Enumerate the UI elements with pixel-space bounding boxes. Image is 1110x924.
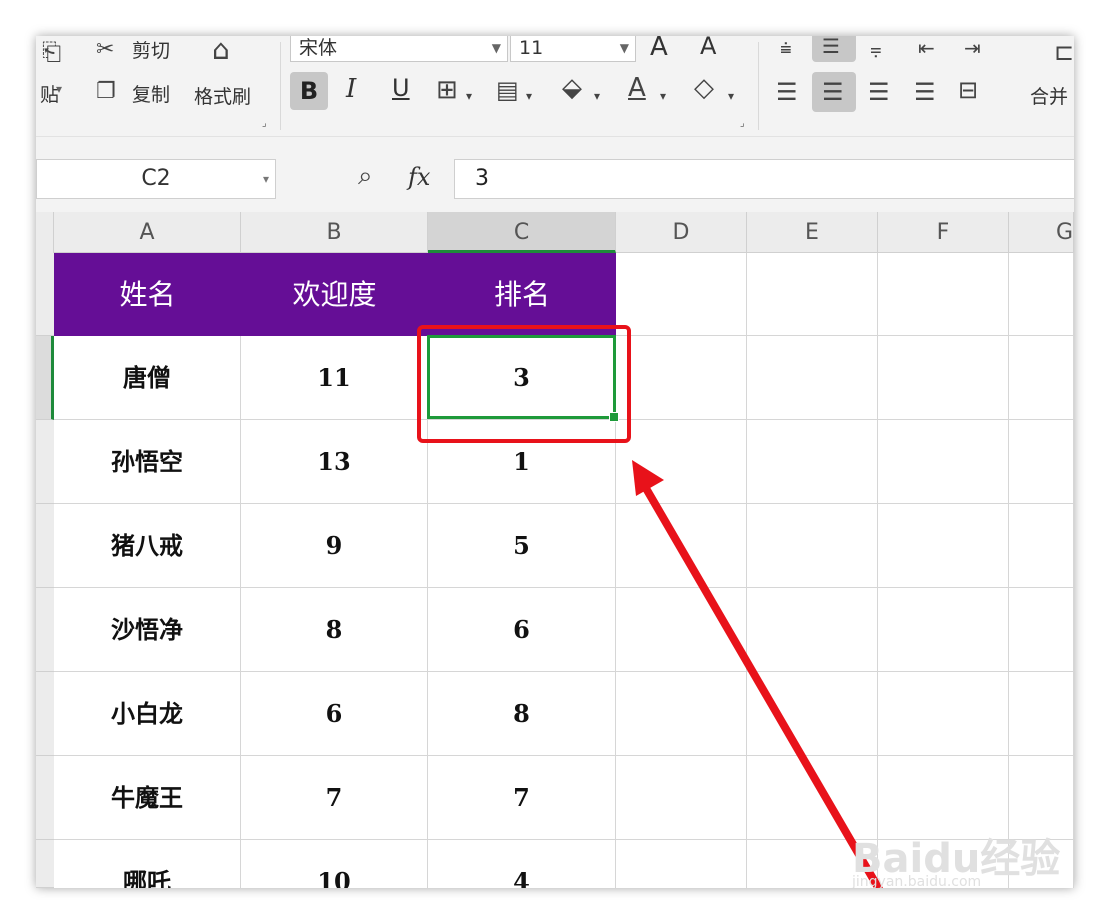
copy-icon[interactable]: ❐ (96, 80, 116, 104)
chevron-down-icon[interactable]: ▾ (660, 84, 666, 108)
formula-bar: C2 ▾ ⌕ fx 3 (36, 136, 1074, 213)
align-right-icon[interactable]: ☰ (868, 80, 890, 104)
paste-dropdown-arrow[interactable]: ▾ (56, 82, 62, 96)
merge-cells-button[interactable]: 合并 (1030, 82, 1068, 109)
ribbon-toolbar: ⎗ 贴 ▾ ✂ 剪切 ❐ 复制 ⌂ 格式刷 ⌟ 宋体 ▼ 11 ▼ A A B … (36, 36, 1074, 136)
name-box-value: C2 (141, 166, 171, 191)
borders-icon[interactable]: ⊞ (436, 77, 458, 103)
annotation-arrow (632, 460, 884, 888)
clipboard-launcher-icon[interactable]: ⌟ (262, 118, 267, 129)
chevron-down-icon[interactable]: ▾ (466, 84, 472, 108)
ribbon-separator (280, 42, 281, 130)
format-painter-icon[interactable]: ⌂ (212, 36, 230, 64)
chevron-down-icon[interactable]: ▾ (594, 84, 600, 108)
align-middle-button[interactable]: ☰ (812, 36, 856, 62)
cut-button[interactable]: 剪切 (132, 36, 170, 63)
watermark-url: jingyan.baidu.com (852, 874, 982, 888)
bold-button[interactable]: B (290, 72, 328, 110)
italic-button[interactable]: I (346, 74, 356, 104)
font-name-select[interactable]: 宋体 ▼ (290, 36, 508, 62)
chevron-down-icon[interactable]: ▾ (728, 84, 734, 108)
chevron-down-icon[interactable]: ▾ (526, 84, 532, 108)
font-size-value: 11 (519, 37, 544, 59)
align-center-button[interactable]: ☰ (812, 72, 856, 112)
ribbon-separator (758, 42, 759, 130)
zoom-search-icon[interactable]: ⌕ (358, 161, 373, 192)
font-launcher-icon[interactable]: ⌟ (740, 118, 745, 129)
fx-button[interactable]: fx (408, 163, 430, 191)
distributed-align-icon[interactable]: ⊟ (958, 78, 978, 102)
chevron-down-icon: ▾ (262, 172, 269, 186)
eraser-icon[interactable]: ◇ (694, 75, 714, 101)
align-left-icon[interactable]: ☰ (776, 80, 798, 104)
decrease-indent-icon[interactable]: ⇤ (918, 36, 935, 60)
paste-icon[interactable]: ⎗ (42, 40, 61, 64)
copy-button[interactable]: 复制 (132, 80, 170, 107)
name-box[interactable]: C2 ▾ (36, 159, 276, 199)
align-center-icon: ☰ (822, 78, 844, 106)
align-top-icon[interactable]: ⩧ (780, 36, 792, 60)
spreadsheet-window: ⎗ 贴 ▾ ✂ 剪切 ❐ 复制 ⌂ 格式刷 ⌟ 宋体 ▼ 11 ▼ A A B … (36, 36, 1074, 888)
decrease-font-button[interactable]: A (700, 36, 716, 60)
underline-button[interactable]: U (392, 74, 410, 102)
font-name-value: 宋体 (299, 37, 338, 59)
format-painter-button[interactable]: 格式刷 (194, 82, 251, 109)
increase-font-button[interactable]: A (650, 36, 668, 62)
justify-icon[interactable]: ☰ (914, 80, 936, 104)
align-bottom-icon[interactable]: ⩦ (870, 36, 882, 60)
align-middle-icon: ☰ (822, 36, 840, 58)
fill-color-icon[interactable]: ⬙ (562, 75, 582, 101)
scissors-icon[interactable]: ✂ (96, 38, 114, 62)
font-size-select[interactable]: 11 ▼ (510, 36, 636, 62)
font-color-icon[interactable]: A (628, 75, 646, 101)
chevron-down-icon: ▼ (619, 41, 629, 55)
cell-style-icon[interactable]: ▤ (496, 78, 519, 102)
worksheet-grid: A B C D E F G 姓名 欢迎度 排名 唐僧 11 3 孙悟空 13 1… (36, 212, 1074, 888)
increase-indent-icon[interactable]: ⇥ (964, 36, 981, 60)
merge-cells-icon[interactable]: ⊏ (1054, 40, 1074, 64)
formula-input[interactable]: 3 (454, 159, 1074, 199)
chevron-down-icon: ▼ (491, 41, 501, 55)
